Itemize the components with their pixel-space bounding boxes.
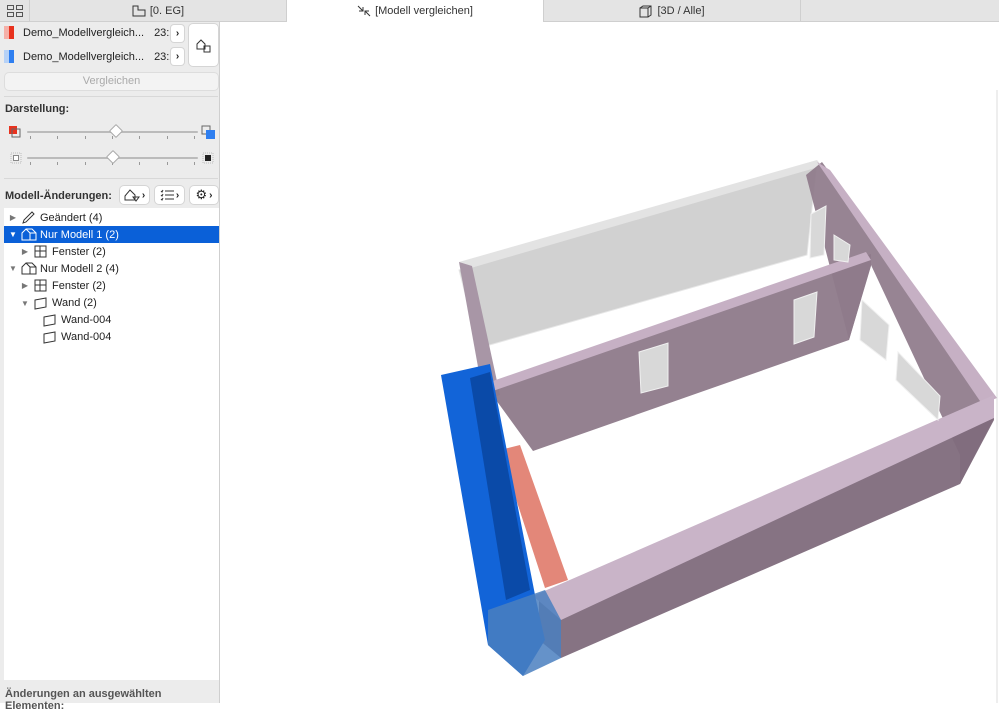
display-label: Darstellung:: [5, 103, 70, 115]
tree-item-label: Fenster (2): [52, 279, 106, 292]
tree-item-label: Geändert (4): [40, 211, 103, 224]
window-icon: [34, 279, 47, 292]
window: [793, 291, 818, 345]
model-1-row: Demo_Modellvergleich... 23:20: [4, 26, 182, 39]
gear-icon: ⚙: [195, 187, 208, 202]
tree-item[interactable]: Wand-004: [4, 329, 219, 346]
tree-item-label: Wand-004: [61, 314, 112, 327]
house-icon: [21, 228, 37, 241]
tree-item-label: Nur Modell 2 (4): [40, 262, 119, 275]
tree-item[interactable]: ▶ Fenster (2): [4, 243, 219, 260]
tab-3d[interactable]: [3D / Alle]: [544, 0, 801, 22]
settings-button[interactable]: ⚙ ›: [190, 186, 218, 204]
tab-model-compare[interactable]: [Modell vergleichen]: [287, 0, 544, 22]
model-2-color-swatch: [4, 50, 17, 63]
tree-item[interactable]: ▶ Fenster (2): [4, 277, 219, 294]
tab-floorplan[interactable]: [0. EG]: [30, 0, 287, 22]
disclosure-open-icon[interactable]: ▼: [20, 299, 30, 308]
window: [638, 342, 669, 394]
tree-item[interactable]: Wand-004: [4, 312, 219, 329]
tree-item-label: Wand (2): [52, 297, 97, 309]
opaque-icon: [202, 152, 214, 164]
tree-item-label: Fenster (2): [52, 245, 106, 258]
selected-changes-label: Änderungen an ausgewählten Elementen:: [5, 688, 162, 712]
model-2-row: Demo_Modellvergleich... 23:20: [4, 50, 182, 63]
tab-label: [0. EG]: [149, 5, 185, 17]
disclosure-closed-icon[interactable]: ▶: [20, 247, 30, 256]
window: [809, 205, 827, 259]
wall-icon: [34, 296, 47, 310]
changes-label: Modell-Änderungen:: [5, 190, 112, 202]
divider: [4, 178, 218, 179]
changes-tree: ▶ Geändert (4) ▼ Nur Modell 1 (2) ▶ Fenster (…: [4, 208, 219, 680]
tree-item[interactable]: ▶ Geändert (4): [4, 209, 219, 226]
model-1-name: Demo_Modellvergleich...: [23, 26, 145, 39]
floorplan-icon: [132, 5, 146, 17]
window: [859, 298, 890, 361]
model-1-color-swatch: [4, 26, 17, 39]
tree-item[interactable]: ▼ Nur Modell 2 (4): [4, 260, 219, 277]
compare-button[interactable]: Vergleichen: [5, 73, 218, 90]
tab-bar: [0. EG] [Modell vergleichen] [3D / Alle]: [0, 0, 999, 22]
tab-label: [3D / Alle]: [657, 5, 705, 17]
tree-item-label: Wand-004: [61, 331, 112, 344]
grid-view-button[interactable]: [0, 0, 30, 22]
pencil-icon: [22, 211, 35, 224]
disclosure-closed-icon[interactable]: ▶: [8, 213, 18, 222]
3d-model-view[interactable]: [221, 22, 999, 703]
disclosure-open-icon[interactable]: ▼: [8, 230, 18, 239]
grid-icon: [6, 5, 23, 17]
compare-sidebar: Demo_Modellvergleich... 23:20 › Demo_Mod…: [0, 22, 220, 712]
compare-arrows-icon: [357, 5, 371, 17]
house-icon: [21, 262, 37, 275]
divider: [4, 96, 218, 97]
wall-icon: [43, 331, 56, 344]
3d-box-icon: [639, 5, 652, 17]
disclosure-closed-icon[interactable]: ▶: [20, 281, 30, 290]
tree-item[interactable]: ▼ Nur Modell 1 (2): [4, 226, 219, 244]
tree-item-label: Nur Modell 1 (2): [40, 228, 119, 241]
filter-button[interactable]: ›: [120, 186, 149, 204]
model-2-name: Demo_Modellvergleich...: [23, 50, 145, 63]
filter-icon: [124, 189, 140, 202]
3d-viewport[interactable]: [221, 22, 999, 703]
tree-item[interactable]: ▼ Wand (2): [4, 295, 219, 312]
model-1-select-button[interactable]: ›: [171, 25, 184, 42]
slider-ticks: [30, 136, 195, 139]
front-wall-top: [533, 395, 994, 620]
model-2-select-button[interactable]: ›: [171, 48, 184, 65]
swap-models-button[interactable]: [189, 24, 218, 66]
checklist-icon: [160, 189, 174, 201]
wall-icon: [43, 313, 56, 327]
disclosure-open-icon[interactable]: ▼: [8, 264, 18, 273]
transparent-icon: [10, 152, 22, 164]
window-icon: [34, 245, 47, 258]
list-options-button[interactable]: ›: [155, 186, 184, 204]
model-2-color-icon: [201, 125, 215, 139]
house-compare-icon: [196, 39, 210, 53]
model-1-color-icon: [9, 126, 21, 138]
tab-label: [Modell vergleichen]: [375, 5, 473, 17]
